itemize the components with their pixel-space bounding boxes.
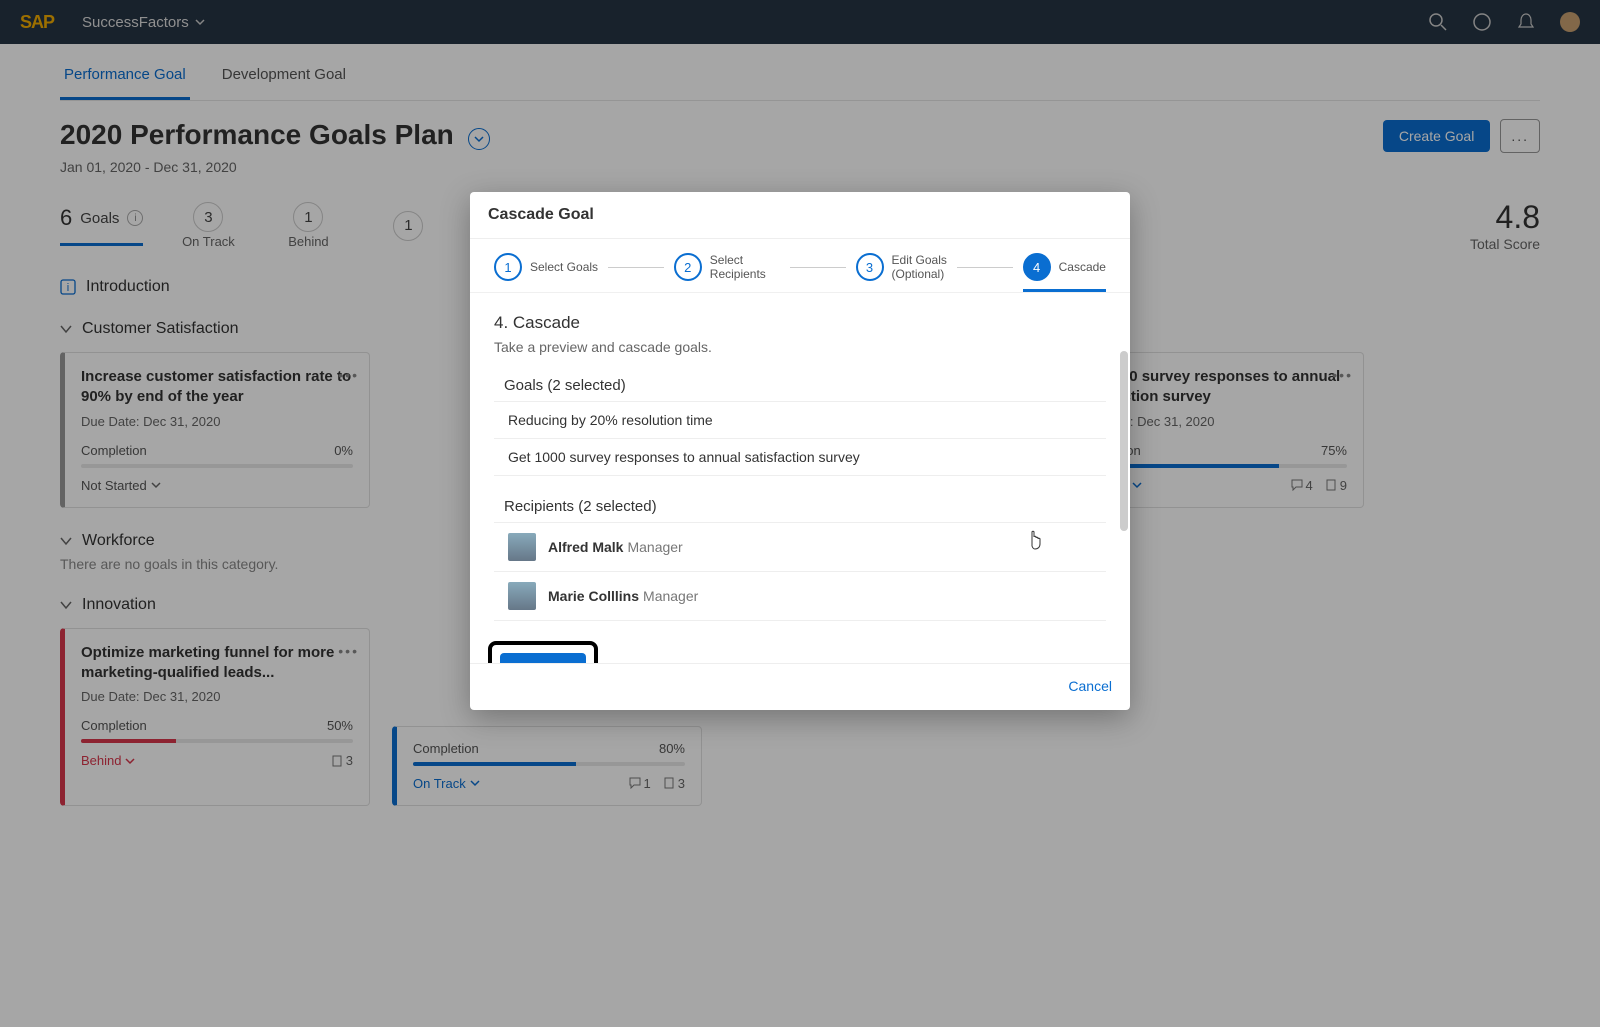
step-connector [790, 267, 846, 268]
recipient-role: Manager [643, 588, 698, 604]
step-number: 4 [1023, 253, 1051, 281]
step-number: 1 [494, 253, 522, 281]
recipient-avatar [508, 533, 536, 561]
modal-footer: Cancel [470, 663, 1130, 710]
step-connector [957, 267, 1013, 268]
step-cascade[interactable]: 4 Cascade [1023, 253, 1106, 292]
step-number: 3 [856, 253, 884, 281]
cascade-button-highlight: Cascade [488, 641, 598, 663]
step-connector [608, 267, 664, 268]
modal-overlay: Cascade Goal 1 Select Goals 2 Select Rec… [0, 0, 1600, 1027]
goal-item: Get 1000 survey responses to annual sati… [494, 438, 1106, 476]
step-number: 2 [674, 253, 702, 281]
goals-selected-header: Goals (2 selected) [494, 377, 1106, 394]
step-heading: 4. Cascade [494, 313, 1106, 333]
step-select-recipients[interactable]: 2 Select Recipients [674, 253, 780, 282]
step-label: Select Goals [530, 260, 598, 274]
goal-item: Reducing by 20% resolution time [494, 401, 1106, 439]
recipient-item: Marie ColllinsManager [494, 571, 1106, 621]
step-label: Select Recipients [710, 253, 780, 282]
recipient-name: Marie Colllins [548, 588, 639, 604]
scrollbar-thumb[interactable] [1120, 351, 1128, 531]
step-label: Cascade [1059, 260, 1106, 274]
step-subtext: Take a preview and cascade goals. [494, 339, 1106, 355]
modal-body: 4. Cascade Take a preview and cascade go… [470, 293, 1130, 663]
step-label: Edit Goals(Optional) [892, 253, 947, 282]
cascade-goal-modal: Cascade Goal 1 Select Goals 2 Select Rec… [470, 192, 1130, 710]
recipient-avatar [508, 582, 536, 610]
recipient-role: Manager [627, 539, 682, 555]
step-edit-goals[interactable]: 3 Edit Goals(Optional) [856, 253, 947, 282]
wizard-stepper: 1 Select Goals 2 Select Recipients 3 Edi… [470, 239, 1130, 293]
recipients-selected-header: Recipients (2 selected) [494, 498, 1106, 515]
step-select-goals[interactable]: 1 Select Goals [494, 253, 598, 281]
cancel-button[interactable]: Cancel [1068, 678, 1112, 694]
modal-title: Cascade Goal [470, 192, 1130, 239]
cursor-pointer-icon [1026, 528, 1044, 555]
recipient-item: Alfred MalkManager [494, 522, 1106, 572]
cascade-button[interactable]: Cascade [500, 653, 586, 663]
recipient-name: Alfred Malk [548, 539, 623, 555]
